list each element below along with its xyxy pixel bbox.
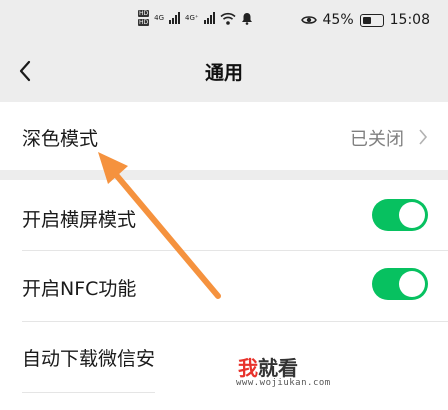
watermark-overlay <box>155 340 448 406</box>
battery-icon <box>359 13 384 27</box>
settings-group-display: 深色模式 已关闭 <box>0 102 448 170</box>
battery-percent: 45% <box>322 12 354 28</box>
dark-mode-row[interactable]: 深色模式 已关闭 <box>0 102 448 170</box>
clock: 15:08 <box>389 12 430 28</box>
dark-mode-label: 深色模式 <box>22 128 99 150</box>
status-right: 45% 15:08 <box>300 12 430 28</box>
landscape-label: 开启横屏模式 <box>22 209 137 231</box>
nfc-row: 开启NFC功能 <box>0 251 448 321</box>
landscape-row: 开启横屏模式 <box>0 180 448 250</box>
landscape-toggle[interactable] <box>372 199 428 231</box>
watermark-logo-red: 我 <box>238 356 258 380</box>
hd-badges: HD HD <box>138 10 150 26</box>
nfc-label: 开启NFC功能 <box>22 278 137 300</box>
eye-icon <box>300 16 317 24</box>
hd-badge: HD <box>138 19 150 26</box>
status-bar: HD HD 4G 4G⁺ 45% 15:08 <box>0 0 448 44</box>
nav-bar: 通用 <box>0 44 448 100</box>
hd-badge: HD <box>138 10 150 17</box>
watermark-logo: 我就看 <box>238 352 298 381</box>
dark-mode-value: 已关闭 <box>350 129 404 150</box>
chevron-right-icon <box>419 129 428 145</box>
page-title: 通用 <box>204 62 243 84</box>
nfc-toggle[interactable] <box>372 268 428 300</box>
wifi-icon <box>220 12 236 25</box>
signal-icon <box>169 12 181 24</box>
signal-icon <box>203 12 215 24</box>
status-left: HD HD 4G 4G⁺ <box>138 10 253 26</box>
auto-download-label: 自动下载微信安 <box>22 348 156 370</box>
network-label: 4G <box>154 14 165 22</box>
watermark-url: www.wojiukan.com <box>236 378 331 388</box>
notification-bell-icon <box>241 12 252 25</box>
watermark-logo-text: 就看 <box>258 356 298 380</box>
network-label: 4G⁺ <box>185 14 199 22</box>
